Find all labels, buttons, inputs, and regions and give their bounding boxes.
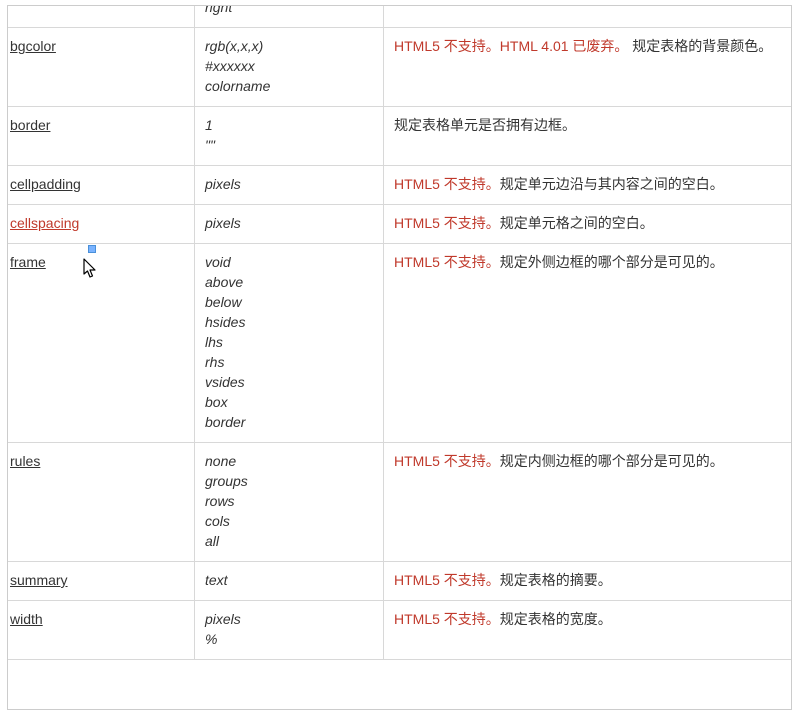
value-text: % [205, 631, 217, 647]
attribute-values: void above below hsides lhs rhs vsides box borde… [195, 244, 384, 443]
attribute-values: rgb(x,x,x) #xxxxxx colorname [195, 28, 384, 107]
deprecation-note: HTML5 不支持。 [394, 453, 500, 469]
value-text: "" [205, 137, 215, 153]
table-row: summary text HTML5 不支持。规定表格的摘要。 [7, 562, 792, 601]
attribute-link-border[interactable]: border [10, 115, 50, 135]
value-text: rhs [205, 354, 224, 370]
value-text: lhs [205, 334, 223, 350]
selection-handle [88, 245, 96, 253]
value-text: hsides [205, 314, 245, 330]
attribute-link-cellpadding[interactable]: cellpadding [10, 174, 81, 194]
value-text: colorname [205, 78, 270, 94]
deprecation-note: HTML5 不支持。 [394, 611, 500, 627]
screenshot-frame: alignleftcenterrightHTML5 不支持。HTML 4.01 … [7, 5, 792, 710]
table-row: cellspacing pixels HTML5 不支持。规定单元格之间的空白。 [7, 205, 792, 244]
table-row: cellpadding pixels HTML5 不支持。规定单元边沿与其内容之间的… [7, 166, 792, 205]
deprecation-note: HTML5 不支持。 [394, 176, 500, 192]
attribute-link-cellspacing[interactable]: cellspacing [10, 213, 79, 233]
attribute-values: pixels [195, 166, 384, 205]
description-text: 规定单元格之间的空白。 [500, 215, 654, 231]
attribute-link-bgcolor[interactable]: bgcolor [10, 36, 56, 56]
attribute-description: HTML5 不支持。规定外侧边框的哪个部分是可见的。 [384, 244, 793, 443]
table-row: alignleftcenterrightHTML5 不支持。HTML 4.01 … [7, 5, 792, 28]
value-text: cols [205, 513, 230, 529]
attribute-link-width[interactable]: width [10, 609, 43, 629]
value-text: none [205, 453, 236, 469]
value-text: rgb(x,x,x) [205, 38, 263, 54]
table-row: frame void above below hsides lhs rhs vsides box… [7, 244, 792, 443]
value-text: 1 [205, 117, 213, 133]
table-row: bgcolor rgb(x,x,x) #xxxxxx colorname HTML5 不… [7, 28, 792, 107]
value-text: pixels [205, 611, 241, 627]
attribute-values: leftcenterright [195, 5, 384, 28]
attribute-description: HTML5 不支持。规定内侧边框的哪个部分是可见的。 [384, 443, 793, 562]
value-text: all [205, 533, 219, 549]
attribute-description: HTML5 不支持。规定表格的摘要。 [384, 562, 793, 601]
value-text: vsides [205, 374, 245, 390]
attribute-link-rules[interactable]: rules [10, 451, 40, 471]
attribute-description: HTML5 不支持。规定单元边沿与其内容之间的空白。 [384, 166, 793, 205]
attribute-values: text [195, 562, 384, 601]
attribute-values: none groups rows cols all [195, 443, 384, 562]
value-text: pixels [205, 176, 241, 192]
table-row: rules none groups rows cols all HTML5 不支持。规定内侧… [7, 443, 792, 562]
value-text: rows [205, 493, 235, 509]
value-text: above [205, 274, 243, 290]
attribute-link-summary[interactable]: summary [10, 570, 68, 590]
attribute-values: 1 "" [195, 107, 384, 166]
attribute-description: HTML5 不支持。规定表格的宽度。 [384, 601, 793, 660]
description-text: 规定表格的摘要。 [500, 572, 612, 588]
attribute-link-frame[interactable]: frame [10, 252, 46, 272]
table-row: border 1 "" 规定表格单元是否拥有边框。 [7, 107, 792, 166]
description-text: 规定表格的宽度。 [500, 611, 612, 627]
value-text: box [205, 394, 228, 410]
value-text: border [205, 414, 245, 430]
value-text: pixels [205, 215, 241, 231]
attributes-table: alignleftcenterrightHTML5 不支持。HTML 4.01 … [7, 5, 792, 660]
description-text: 规定表格单元是否拥有边框。 [394, 117, 576, 133]
value-text: right [205, 5, 232, 15]
deprecation-note: HTML5 不支持。 [394, 254, 500, 270]
description-text: 规定内侧边框的哪个部分是可见的。 [500, 453, 724, 469]
attribute-description: HTML5 不支持。HTML 4.01 已废弃。 规定表格的背景颜色。 [384, 28, 793, 107]
attribute-description: HTML5 不支持。HTML 4.01 已废弃。 规定表格相对周围元素的对齐方式… [384, 5, 793, 28]
deprecation-note: HTML 4.01 已废弃。 [500, 38, 629, 54]
deprecation-note: HTML5 不支持。 [394, 572, 500, 588]
value-text: void [205, 254, 231, 270]
value-text: #xxxxxx [205, 58, 255, 74]
description-text: 规定表格的背景颜色。 [628, 38, 772, 54]
deprecation-note: HTML5 不支持。 [394, 38, 500, 54]
value-text: text [205, 572, 228, 588]
table-row: widthpixels%HTML5 不支持。规定表格的宽度。 [7, 601, 792, 660]
description-text: 规定外侧边框的哪个部分是可见的。 [500, 254, 724, 270]
value-text: groups [205, 473, 248, 489]
attribute-values: pixels% [195, 601, 384, 660]
description-text: 规定单元边沿与其内容之间的空白。 [500, 176, 724, 192]
attribute-description: 规定表格单元是否拥有边框。 [384, 107, 793, 166]
value-text: below [205, 294, 242, 310]
attribute-description: HTML5 不支持。规定单元格之间的空白。 [384, 205, 793, 244]
deprecation-note: HTML5 不支持。 [394, 215, 500, 231]
attribute-values: pixels [195, 205, 384, 244]
